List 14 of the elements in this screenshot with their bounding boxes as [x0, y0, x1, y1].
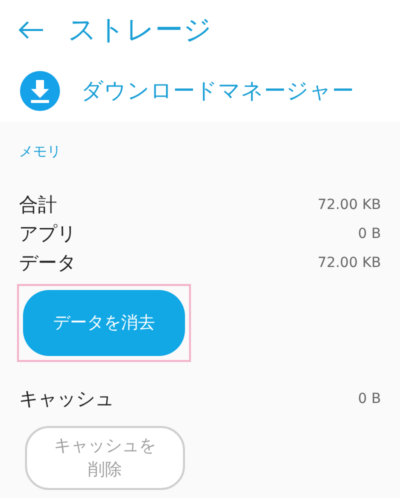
- back-arrow-icon[interactable]: [18, 20, 44, 40]
- row-value: 0 B: [358, 225, 381, 244]
- row-label: キャッシュ: [19, 386, 114, 412]
- row-value: 72.00 KB: [318, 196, 381, 215]
- app-name: ダウンロードマネージャー: [81, 78, 354, 106]
- section-heading: メモリ: [19, 143, 62, 162]
- row-value: 0 B: [358, 390, 381, 408]
- row-label: 合計: [19, 193, 57, 218]
- page-title: ストレージ: [68, 12, 212, 48]
- clear-data-button[interactable]: データを消去: [23, 290, 185, 356]
- row-label: データ: [19, 251, 76, 276]
- row-label: アプリ: [19, 222, 76, 248]
- download-icon: [19, 70, 61, 112]
- row-value: 72.00 KB: [318, 254, 381, 273]
